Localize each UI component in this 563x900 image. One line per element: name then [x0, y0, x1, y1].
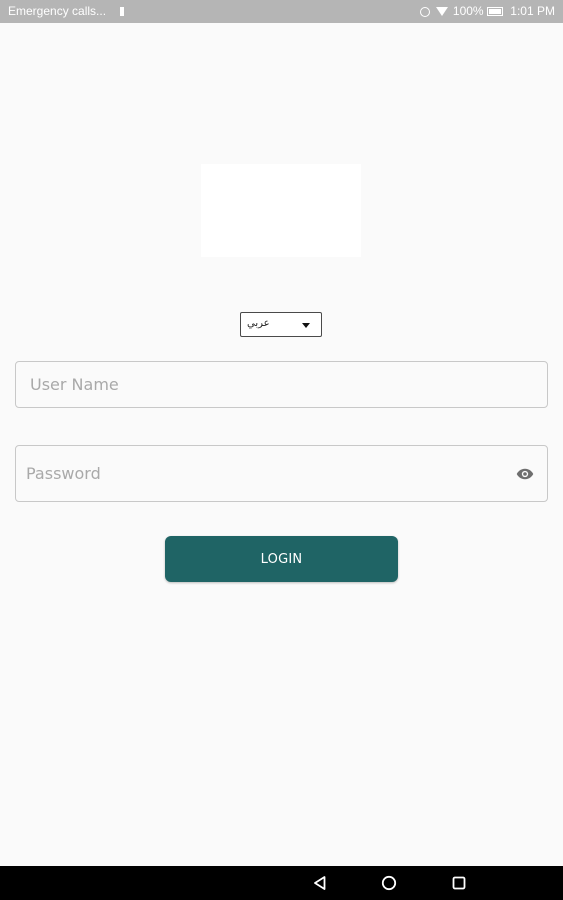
back-icon[interactable] [312, 875, 328, 891]
battery-percent: 100% [452, 4, 484, 18]
language-select[interactable]: عربي [240, 312, 322, 337]
logo-placeholder [201, 164, 361, 257]
password-input[interactable] [16, 446, 547, 501]
username-field [15, 361, 548, 408]
nav-bar [0, 866, 563, 900]
recents-icon[interactable] [451, 875, 467, 891]
language-selected-value: عربي [247, 318, 270, 329]
password-field [15, 445, 548, 502]
alarm-icon [420, 6, 431, 17]
status-bar: Emergency calls... 100% 1:01 PM [0, 0, 563, 23]
status-carrier-text: Emergency calls... [8, 4, 107, 18]
battery-icon [486, 7, 503, 17]
wifi-icon [435, 7, 448, 17]
sim-icon [120, 7, 125, 16]
username-input[interactable] [16, 362, 547, 407]
eye-icon[interactable] [515, 465, 535, 483]
status-left: Emergency calls... [8, 0, 125, 23]
status-time: 1:01 PM [510, 4, 555, 18]
home-icon[interactable] [381, 875, 397, 891]
login-button[interactable]: LOGIN [165, 536, 398, 582]
status-right: 100% 1:01 PM [420, 0, 555, 23]
dropdown-caret-icon [302, 323, 310, 328]
